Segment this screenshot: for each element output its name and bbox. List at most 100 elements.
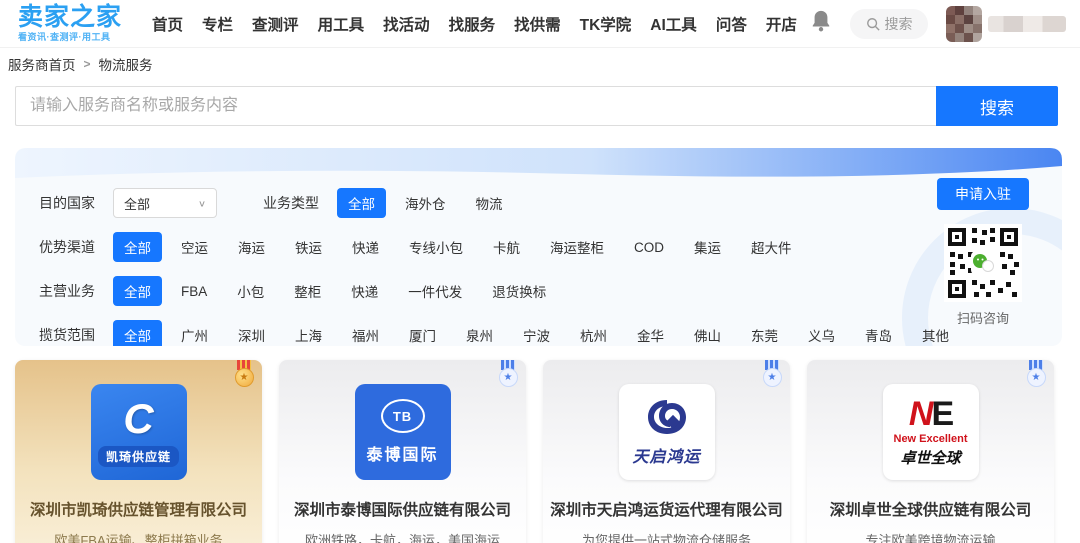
nav-item-home[interactable]: 首页 [152,13,183,35]
company-logo: TB 泰博国际 [355,384,451,480]
channel-chip[interactable]: 全部 [113,232,162,262]
company-logo: C 凯琦供应链 [91,384,187,480]
nav-item-activities[interactable]: 找活动 [383,13,430,35]
business-type-chip-overseas-warehouse[interactable]: 海外仓 [394,188,457,218]
channel-chip[interactable]: 铁运 [284,232,333,262]
logo-glyph: TB [381,399,425,433]
nav-item-supply-demand[interactable]: 找供需 [514,13,561,35]
provider-card[interactable]: ★ 天启鸿运 深圳市天启鸿运货运代理有限公司 为您提供一站式物流仓储服务 [543,360,790,543]
pickup-chip[interactable]: 全部 [113,320,162,346]
main-business-chip[interactable]: 一件代发 [397,276,473,306]
main-business-chip[interactable]: 退货换标 [481,276,557,306]
pickup-range-label: 揽货范围 [39,325,95,345]
business-type-chip-all[interactable]: 全部 [337,188,386,218]
company-name: 深圳市凯琦供应链管理有限公司 [15,498,262,520]
channel-filter-label: 优势渠道 [39,237,95,257]
channel-chip[interactable]: 空运 [170,232,219,262]
nav-item-columns[interactable]: 专栏 [202,13,233,35]
company-desc: 欧美FBA运输、整柜拼箱业务 [15,530,262,543]
pickup-chip[interactable]: 泉州 [455,320,504,346]
breadcrumb: 服务商首页 > 物流服务 [0,48,1080,80]
pickup-chip[interactable]: 佛山 [683,320,732,346]
main-business-chip[interactable]: 全部 [113,276,162,306]
nav-item-ai-tools[interactable]: AI工具 [650,13,697,35]
avatar [946,6,982,42]
channel-chip[interactable]: 集运 [683,232,732,262]
channel-chip[interactable]: COD [623,235,675,260]
nav-item-tk-academy[interactable]: TK学院 [580,13,632,35]
breadcrumb-root[interactable]: 服务商首页 [8,54,76,74]
channel-chips: 全部 空运 海运 铁运 快递 专线小包 卡航 海运整柜 COD 集运 超大件 [113,232,803,262]
channel-chip[interactable]: 卡航 [482,232,531,262]
provider-card-list: ★ C 凯琦供应链 深圳市凯琦供应链管理有限公司 欧美FBA运输、整柜拼箱业务 … [15,360,1062,543]
main-business-chip[interactable]: FBA [170,279,218,304]
nav-item-tools[interactable]: 用工具 [318,13,365,35]
provider-search-bar: 搜索 [15,86,1058,126]
main-nav: 首页 专栏 查测评 用工具 找活动 找服务 找供需 TK学院 AI工具 问答 开… [152,13,797,35]
country-select[interactable]: 全部 ∨ [113,188,217,218]
country-select-value: 全部 [124,194,150,213]
logo-text: 卓世全球 [900,447,960,468]
logo-glyph-n: N [909,395,932,433]
header-mini-search[interactable]: 搜索 [850,9,928,39]
channel-chip[interactable]: 专线小包 [398,232,474,262]
provider-card[interactable]: ★ NE New Excellent 卓世全球 深圳卓世全球供应链有限公司 专注… [807,360,1054,543]
business-type-chip-logistics[interactable]: 物流 [465,188,514,218]
company-logo: NE New Excellent 卓世全球 [883,384,979,480]
search-icon [866,17,880,31]
mini-search-label: 搜索 [885,14,913,34]
nav-item-services[interactable]: 找服务 [449,13,496,35]
channel-chip[interactable]: 超大件 [740,232,803,262]
pickup-range-chips: 全部 广州 深圳 上海 福州 厦门 泉州 宁波 杭州 金华 佛山 东莞 义乌 青… [113,320,960,346]
logo-text: 凯琦供应链 [98,446,179,467]
qr-caption: 扫码咨询 [928,308,1038,327]
notification-bell-icon[interactable] [810,9,832,38]
chevron-down-icon: ∨ [198,198,206,208]
site-logo[interactable]: 卖家之家 看资讯·查测评·用工具 [18,5,122,42]
pickup-chip[interactable]: 杭州 [569,320,618,346]
channel-chip[interactable]: 海运 [227,232,276,262]
main-business-chip[interactable]: 快递 [340,276,389,306]
nav-item-open-store[interactable]: 开店 [766,13,797,35]
company-logo: 天启鸿运 [619,384,715,480]
apply-settle-button[interactable]: 申请入驻 [937,178,1029,210]
filter-row-channel: 优势渠道 全部 空运 海运 铁运 快递 专线小包 卡航 海运整柜 COD 集运 … [39,232,1062,262]
blue-medal-icon: ★ [1026,360,1046,394]
pickup-chip[interactable]: 金华 [626,320,675,346]
site-logo-title: 卖家之家 [18,5,122,30]
nav-item-qa[interactable]: 问答 [716,13,747,35]
top-header: 卖家之家 看资讯·查测评·用工具 首页 专栏 查测评 用工具 找活动 找服务 找… [0,0,1080,48]
provider-card[interactable]: ★ TB 泰博国际 深圳市泰博国际供应链有限公司 欧洲铁路，卡航，海运，美国海运 [279,360,526,543]
blue-medal-icon: ★ [498,360,518,394]
pickup-chip[interactable]: 广州 [170,320,219,346]
main-business-chip[interactable]: 小包 [226,276,275,306]
logo-glyph-e: E [931,395,952,433]
channel-chip[interactable]: 快递 [341,232,390,262]
swirl-logo-mark [644,397,690,437]
provider-card[interactable]: ★ C 凯琦供应链 深圳市凯琦供应链管理有限公司 欧美FBA运输、整柜拼箱业务 [15,360,262,543]
pickup-chip[interactable]: 东莞 [740,320,789,346]
filter-row-main-business: 主营业务 全部 FBA 小包 整柜 快递 一件代发 退货换标 [39,276,1062,306]
pickup-chip[interactable]: 上海 [284,320,333,346]
logo-glyph: C [123,398,153,440]
company-name: 深圳市泰博国际供应链有限公司 [279,498,526,520]
channel-chip[interactable]: 海运整柜 [539,232,615,262]
main-business-chips: 全部 FBA 小包 整柜 快递 一件代发 退货换标 [113,276,557,306]
user-account[interactable] [946,6,1066,42]
pickup-chip[interactable]: 深圳 [227,320,276,346]
provider-search-input[interactable] [15,86,936,126]
provider-search-button[interactable]: 搜索 [936,86,1058,126]
company-desc: 专注欧美跨境物流运输 [807,530,1054,543]
pickup-chip[interactable]: 厦门 [398,320,447,346]
pickup-chip[interactable]: 青岛 [854,320,903,346]
filter-panel: 目的国家 全部 ∨ 业务类型 全部 海外仓 物流 优势渠道 全部 空运 海运 铁… [15,148,1062,346]
main-business-chip[interactable]: 整柜 [283,276,332,306]
pickup-chip[interactable]: 宁波 [512,320,561,346]
username-redacted [988,16,1066,32]
wechat-qr-code [944,224,1022,302]
pickup-chip[interactable]: 福州 [341,320,390,346]
pickup-chip[interactable]: 义乌 [797,320,846,346]
filter-row-pickup-range: 揽货范围 全部 广州 深圳 上海 福州 厦门 泉州 宁波 杭州 金华 佛山 东莞… [39,320,1062,346]
main-business-label: 主营业务 [39,281,95,301]
nav-item-reviews[interactable]: 查测评 [252,13,299,35]
